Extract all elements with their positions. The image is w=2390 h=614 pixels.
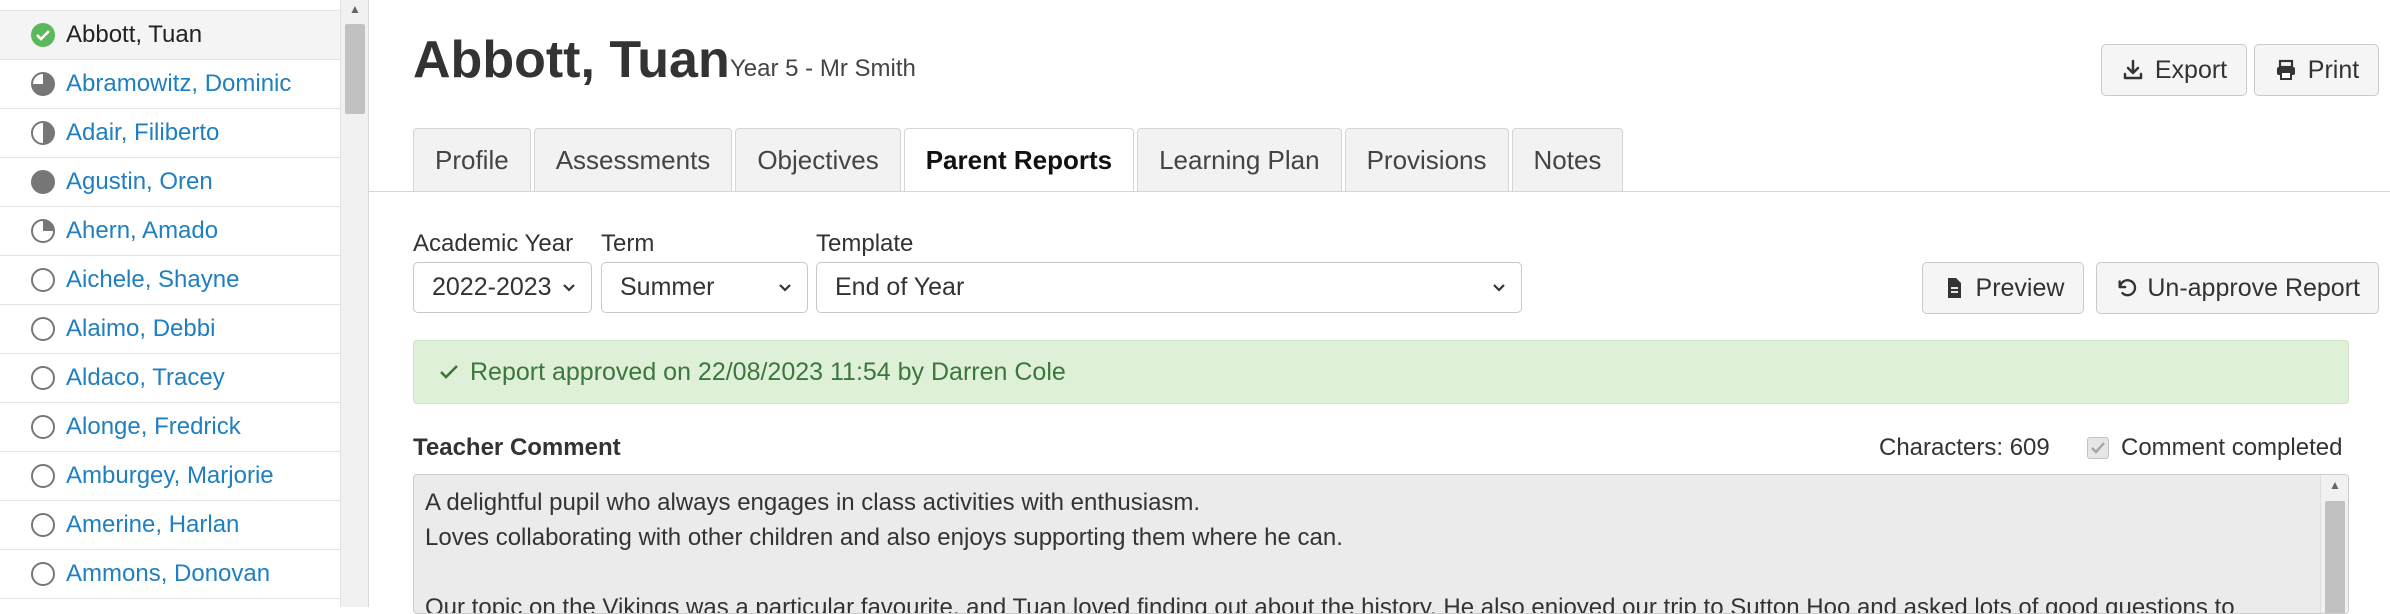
progress-empty-icon	[31, 268, 55, 292]
academic-year-value: 2022-2023	[432, 273, 552, 301]
main-panel: Abbott, Tuan Year 5 - Mr Smith Export Pr…	[369, 0, 2390, 614]
comment-text: A delightful pupil who always engages in…	[425, 485, 2308, 614]
unapprove-report-button[interactable]: Un-approve Report	[2096, 262, 2379, 314]
page-title: Abbott, Tuan	[413, 31, 730, 89]
student-name: Aichele, Shayne	[66, 266, 240, 293]
term-select[interactable]: Summer	[601, 262, 808, 313]
academic-year-select[interactable]: 2022-2023	[413, 262, 592, 313]
student-name: Agustin, Oren	[66, 168, 213, 195]
tab-objectives[interactable]: Objectives	[735, 128, 901, 191]
student-list-item[interactable]: Aichele, Shayne	[0, 256, 340, 305]
student-list-item[interactable]	[0, 0, 340, 11]
preview-button[interactable]: Preview	[1922, 262, 2084, 314]
tab-provisions[interactable]: Provisions	[1344, 128, 1509, 191]
student-list-item[interactable]: Ahern, Amado	[0, 207, 340, 256]
progress-empty-icon	[31, 415, 55, 439]
comment-scrollbar[interactable]: ▲	[2320, 475, 2348, 613]
progress-empty-icon	[31, 366, 55, 390]
check-circle-icon	[31, 23, 55, 47]
template-value: End of Year	[835, 273, 965, 301]
student-name: Abbott, Tuan	[66, 21, 203, 48]
chevron-down-icon	[1493, 284, 1505, 292]
template-select[interactable]: End of Year	[816, 262, 1522, 313]
student-list: Abbott, Tuan Abramowitz, Dominic Adair, Fi…	[0, 0, 340, 599]
character-count: Characters: 609	[1879, 434, 2050, 461]
comment-line	[425, 555, 2308, 590]
student-name: Amburgey, Marjorie	[66, 462, 274, 489]
student-sidebar: Abbott, Tuan Abramowitz, Dominic Adair, Fi…	[0, 0, 369, 607]
student-list-item[interactable]: Aldaco, Tracey	[0, 354, 340, 403]
approval-alert: Report approved on 22/08/2023 11:54 by D…	[413, 340, 2349, 404]
chevron-down-icon	[563, 284, 575, 292]
term-label: Term	[601, 230, 655, 257]
comment-scroll-thumb[interactable]	[2325, 501, 2345, 613]
student-list-item[interactable]: Alaimo, Debbi	[0, 305, 340, 354]
progress-empty-icon	[31, 317, 55, 341]
tab-assessments[interactable]: Assessments	[533, 128, 733, 191]
scroll-up-arrow-icon[interactable]: ▲	[349, 2, 361, 16]
comment-completed-label: Comment completed	[2121, 434, 2343, 461]
student-name: Ammons, Donovan	[66, 560, 271, 587]
tab-profile[interactable]: Profile	[413, 128, 531, 191]
export-label: Export	[2154, 55, 2228, 84]
student-list-item[interactable]: Abramowitz, Dominic	[0, 60, 340, 109]
approval-message: Report approved on 22/08/2023 11:54 by D…	[470, 357, 1066, 386]
term-value: Summer	[620, 273, 715, 301]
student-list-item[interactable]: Amerine, Harlan	[0, 501, 340, 550]
comment-line: Our topic on the Vikings was a particula…	[425, 594, 2235, 614]
teacher-comment-textarea[interactable]: A delightful pupil who always engages in…	[413, 474, 2349, 614]
printer-icon	[2276, 59, 2295, 80]
checkmark-icon	[2091, 442, 2105, 454]
comment-line: A delightful pupil who always engages in…	[425, 489, 1201, 516]
export-button[interactable]: Export	[2101, 44, 2247, 96]
print-label: Print	[2307, 55, 2360, 84]
progress-quarter-icon	[31, 219, 55, 243]
sidebar-scroll-thumb[interactable]	[345, 24, 365, 114]
academic-year-label: Academic Year	[413, 230, 574, 257]
document-icon	[1947, 278, 1961, 298]
student-name: Ahern, Amado	[66, 217, 219, 244]
undo-icon	[2118, 279, 2137, 297]
student-list-item[interactable]: Agustin, Oren	[0, 158, 340, 207]
chevron-down-icon	[779, 284, 791, 292]
scroll-up-arrow-icon[interactable]: ▲	[2329, 477, 2341, 493]
student-list-item[interactable]: Alonge, Fredrick	[0, 403, 340, 452]
checkbox[interactable]	[2087, 437, 2109, 459]
progress-full-icon	[31, 170, 55, 194]
progress-empty-icon	[31, 562, 55, 586]
progress-three-quarter-icon	[31, 72, 55, 96]
preview-label: Preview	[1975, 273, 2065, 302]
tab-bar: Profile Assessments Objectives Parent Repor…	[413, 128, 1624, 192]
student-list-item[interactable]: Adair, Filiberto	[0, 109, 340, 158]
student-name: Aldaco, Tracey	[66, 364, 225, 391]
comment-line: Loves collaborating with other children …	[425, 524, 1343, 551]
progress-half-icon	[31, 121, 55, 145]
tab-notes[interactable]: Notes	[1511, 128, 1624, 191]
student-list-item[interactable]: Amburgey, Marjorie	[0, 452, 340, 501]
tab-divider	[369, 191, 2390, 192]
sidebar-scrollbar[interactable]: ▲	[340, 0, 368, 607]
student-name: Alaimo, Debbi	[66, 315, 216, 342]
student-name: Amerine, Harlan	[66, 511, 240, 538]
class-info: Year 5 - Mr Smith	[730, 55, 916, 82]
template-label: Template	[816, 230, 914, 257]
student-name: Abramowitz, Dominic	[66, 70, 292, 97]
tab-parent-reports[interactable]: Parent Reports	[903, 128, 1135, 192]
progress-empty-icon	[31, 464, 55, 488]
student-list-item[interactable]: Abbott, Tuan	[0, 11, 340, 60]
download-icon	[2123, 59, 2143, 80]
unapprove-label: Un-approve Report	[2147, 273, 2360, 302]
student-name: Alonge, Fredrick	[66, 413, 241, 440]
progress-empty-icon	[31, 513, 55, 537]
student-list-item[interactable]: Ammons, Donovan	[0, 550, 340, 599]
print-button[interactable]: Print	[2254, 44, 2379, 96]
tab-learning-plan[interactable]: Learning Plan	[1137, 128, 1342, 191]
comment-completed-checkbox[interactable]: Comment completed	[2087, 434, 2342, 462]
teacher-comment-label: Teacher Comment	[413, 434, 621, 461]
student-name: Adair, Filiberto	[66, 119, 220, 146]
check-icon	[440, 365, 458, 379]
